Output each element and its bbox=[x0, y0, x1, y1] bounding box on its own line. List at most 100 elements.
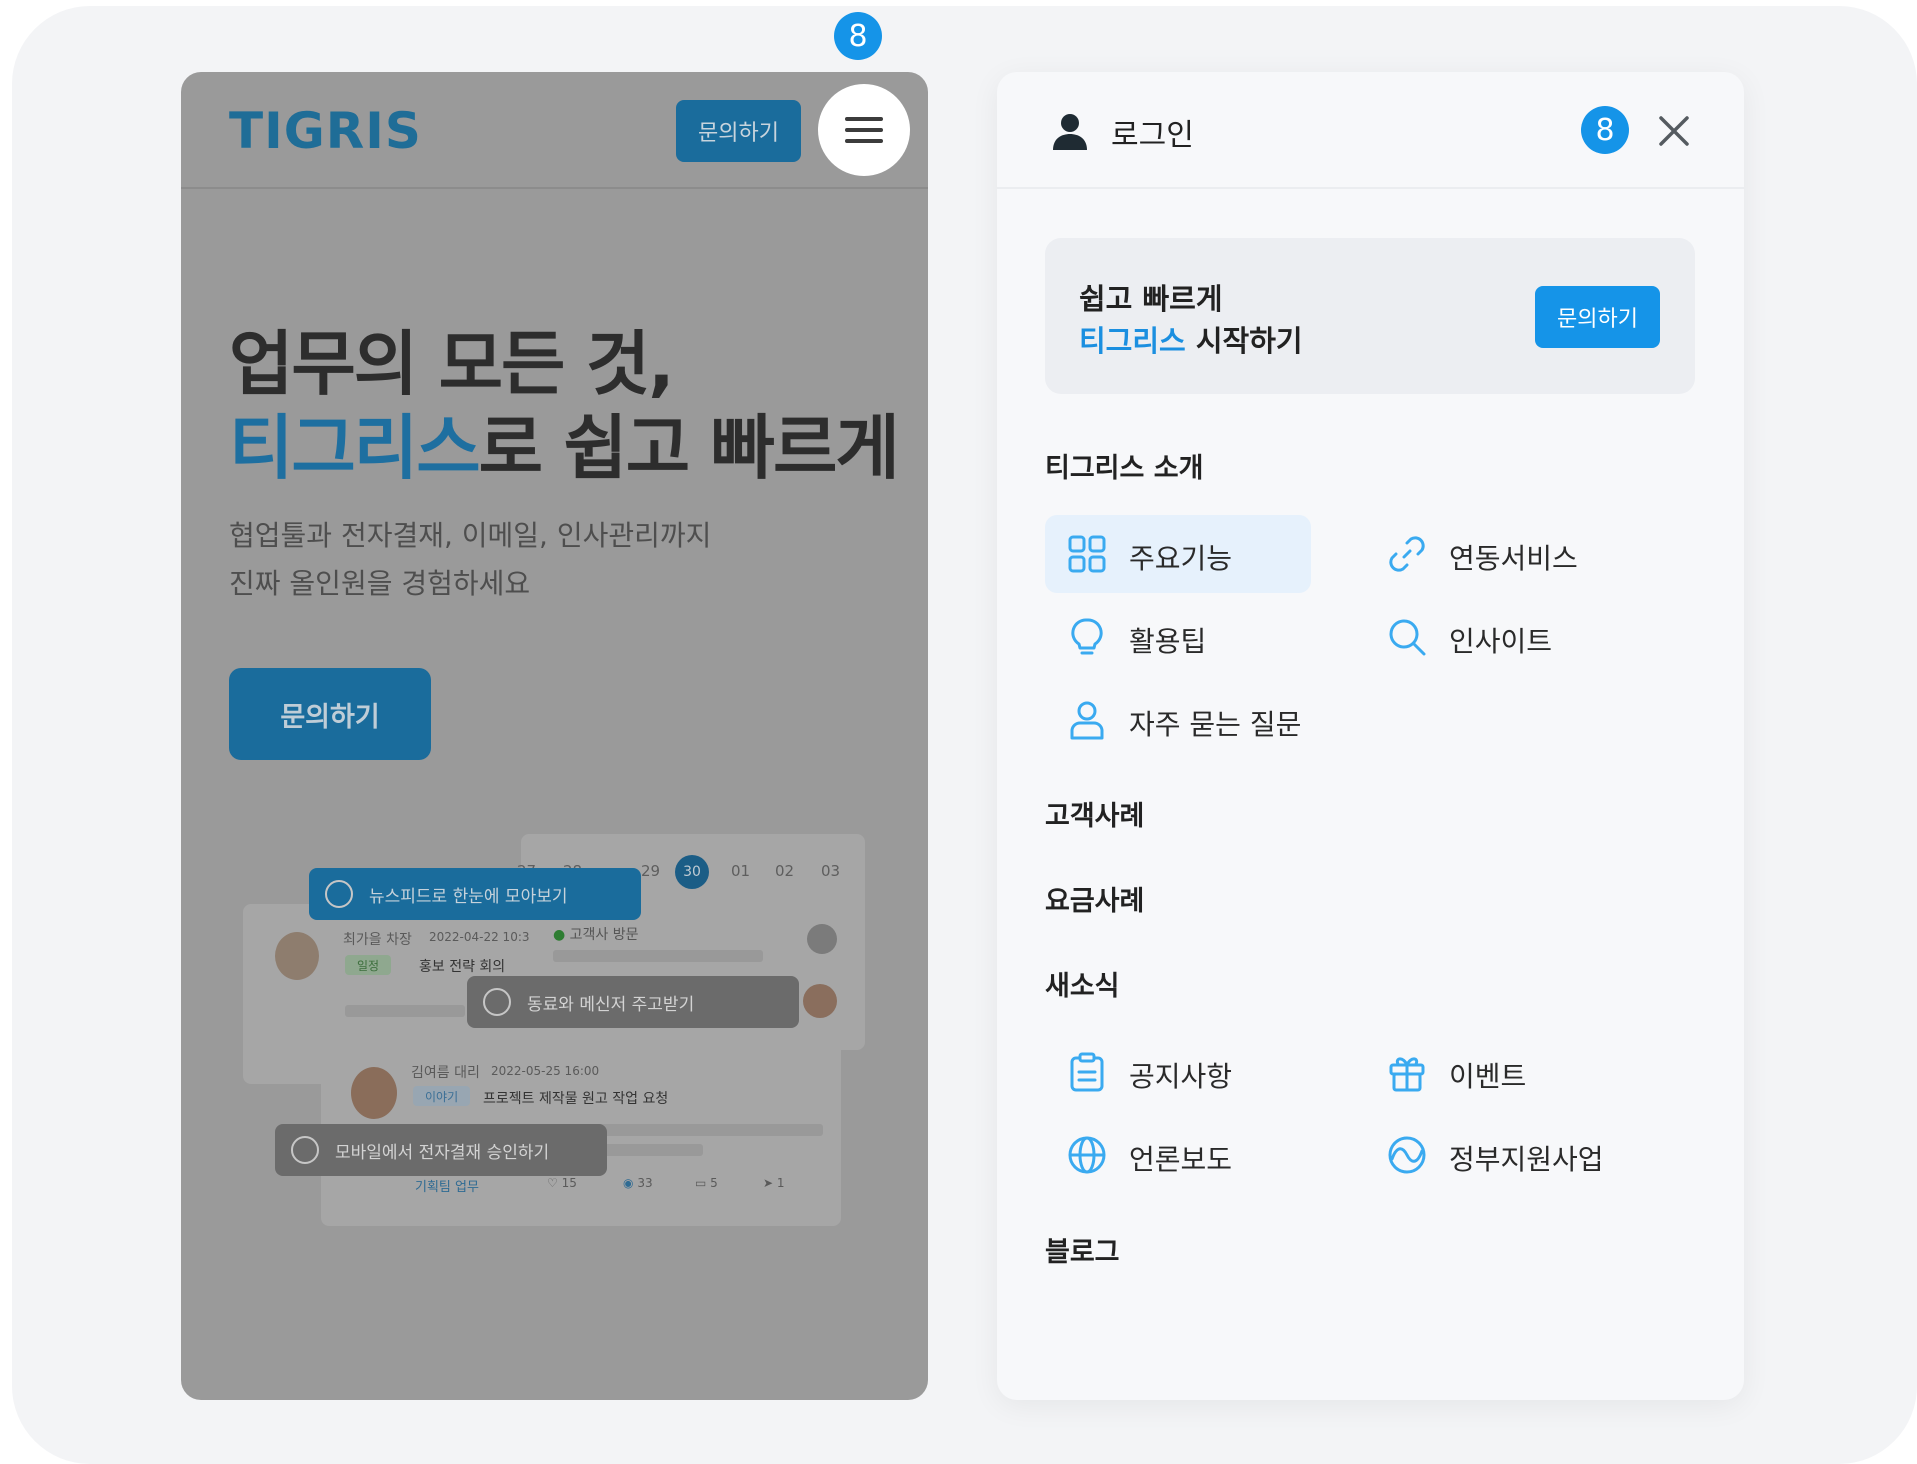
step-badge-top: 8 bbox=[834, 12, 882, 60]
check-circle-icon bbox=[291, 1136, 319, 1164]
hero-contact-button[interactable]: 문의하기 bbox=[229, 668, 431, 760]
eye-icon: ◉ bbox=[623, 1176, 634, 1190]
post2-title: 프로젝트 제작물 원고 작업 요청 bbox=[483, 1091, 669, 1107]
hero-title-line2: 티그리스로 쉽고 빠르게 bbox=[229, 406, 900, 490]
section-cases[interactable]: 고객사례 bbox=[1045, 794, 1144, 833]
placeholder-bar bbox=[345, 1005, 465, 1017]
person-icon bbox=[1070, 701, 1104, 740]
post2-team: 기획팀 업무 bbox=[415, 1180, 479, 1195]
post2-author: 김여름 대리 bbox=[411, 1065, 480, 1081]
visit-label: ● 고객사 방문 bbox=[553, 924, 639, 944]
check-circle-icon bbox=[483, 988, 511, 1016]
hamburger-icon-line bbox=[845, 128, 883, 132]
pill-label: 모바일에서 전자결재 승인하기 bbox=[335, 1142, 550, 1163]
promo-line1: 쉽고 빠르게 bbox=[1079, 282, 1223, 316]
clipboard-icon bbox=[1070, 1052, 1104, 1092]
date-selected: 30 bbox=[675, 855, 709, 889]
grid-icon bbox=[1068, 535, 1106, 573]
post2-tag: 이야기 bbox=[413, 1086, 471, 1106]
date-01: 01 bbox=[731, 862, 751, 880]
menu-item-faq[interactable]: 자주 묻는 질문 bbox=[1045, 681, 1311, 759]
menu-item-notice[interactable]: 공지사항 bbox=[1045, 1033, 1311, 1111]
post1-date: 2022-04-22 10:3 bbox=[429, 930, 530, 944]
date-02: 02 bbox=[775, 862, 795, 880]
views-stat: ◉ 33 bbox=[623, 1176, 653, 1190]
hero-subtitle: 협업툴과 전자결재, 이메일, 인사관리까지 진짜 올인원을 경험하세요 bbox=[229, 512, 711, 608]
menu-item-label: 이벤트 bbox=[1449, 1060, 1527, 1093]
menu-item-label: 활용팁 bbox=[1129, 625, 1207, 658]
heart-icon: ♡ bbox=[547, 1176, 558, 1190]
menu-item-government[interactable]: 정부지원사업 bbox=[1365, 1116, 1631, 1194]
mobile-header: TIGRIS 문의하기 bbox=[181, 72, 928, 189]
check-circle-icon bbox=[325, 880, 353, 908]
menu-item-features[interactable]: 주요기능 bbox=[1045, 515, 1311, 593]
date-29: 29 bbox=[641, 862, 661, 880]
shares-stat: ➤ 1 bbox=[763, 1176, 785, 1190]
green-dot-icon: ● bbox=[553, 927, 566, 943]
hero-title: 업무의 모든 것, 티그리스로 쉽고 빠르게 bbox=[229, 322, 900, 490]
menu-item-label: 언론보도 bbox=[1129, 1143, 1233, 1176]
menu-item-press[interactable]: 언론보도 bbox=[1045, 1116, 1311, 1194]
hamburger-menu-button[interactable] bbox=[818, 84, 910, 176]
pill-label: 뉴스피드로 한눈에 모아보기 bbox=[369, 886, 568, 907]
menu-item-label: 인사이트 bbox=[1449, 625, 1553, 658]
post1-title: 홍보 전략 회의 bbox=[419, 959, 506, 975]
send-icon: ➤ bbox=[763, 1176, 774, 1190]
menu-panel: 로그인 8 쉽고 빠르게 티그리스 시작하기 문의하기 티그리스 소개 주요기능… bbox=[997, 72, 1744, 1400]
section-intro[interactable]: 티그리스 소개 bbox=[1045, 446, 1203, 485]
hero-title-rest: 로 쉽고 빠르게 bbox=[478, 407, 900, 489]
menu-item-integrations[interactable]: 연동서비스 bbox=[1365, 515, 1631, 593]
lightbulb-icon bbox=[1071, 618, 1103, 655]
menu-item-label: 연동서비스 bbox=[1449, 542, 1578, 575]
globe-icon bbox=[1068, 1136, 1106, 1174]
promo-line2: 티그리스 시작하기 bbox=[1079, 318, 1303, 360]
comments-count: 5 bbox=[710, 1176, 718, 1190]
menu-item-insight[interactable]: 인사이트 bbox=[1365, 598, 1631, 676]
section-news[interactable]: 새소식 bbox=[1045, 964, 1120, 1003]
gift-icon bbox=[1389, 1057, 1425, 1092]
avatar bbox=[351, 1067, 397, 1119]
menu-item-label: 공지사항 bbox=[1129, 1060, 1233, 1093]
post1-tag: 일정 bbox=[345, 955, 392, 975]
post2-date: 2022-05-25 16:00 bbox=[491, 1064, 600, 1078]
support-icon bbox=[1388, 1136, 1426, 1174]
promo-banner: 쉽고 빠르게 티그리스 시작하기 문의하기 bbox=[1045, 238, 1695, 394]
avatar bbox=[275, 932, 319, 980]
feature-pill-messenger: 동료와 메신저 주고받기 bbox=[467, 976, 799, 1028]
menu-item-label: 정부지원사업 bbox=[1449, 1143, 1604, 1176]
step-badge-panel: 8 bbox=[1581, 106, 1629, 154]
hero-subtitle-line1: 협업툴과 전자결재, 이메일, 인사관리까지 bbox=[229, 519, 712, 552]
tigris-logo[interactable]: TIGRIS bbox=[229, 102, 422, 160]
avatar bbox=[807, 924, 837, 954]
hamburger-icon-line bbox=[845, 139, 883, 143]
close-icon[interactable] bbox=[1657, 114, 1691, 148]
pill-label: 동료와 메신저 주고받기 bbox=[527, 994, 695, 1015]
comments-stat: ▭ 5 bbox=[695, 1176, 718, 1190]
user-icon bbox=[1053, 114, 1087, 150]
visit-text: 고객사 방문 bbox=[569, 927, 639, 943]
mobile-screen: TIGRIS 문의하기 업무의 모든 것, 티그리스로 쉽고 빠르게 협업툴과 … bbox=[181, 72, 928, 1400]
hero-title-line1: 업무의 모든 것, bbox=[229, 323, 675, 405]
comment-icon: ▭ bbox=[695, 1176, 707, 1190]
header-contact-button[interactable]: 문의하기 bbox=[676, 100, 801, 162]
panel-header: 로그인 8 bbox=[997, 72, 1744, 189]
menu-item-label: 주요기능 bbox=[1129, 542, 1233, 575]
hero-title-brand: 티그리스 bbox=[229, 407, 481, 489]
placeholder-bar bbox=[553, 950, 763, 962]
promo-contact-button[interactable]: 문의하기 bbox=[1535, 286, 1660, 348]
promo-brand: 티그리스 bbox=[1079, 324, 1186, 358]
section-blog[interactable]: 블로그 bbox=[1045, 1230, 1120, 1269]
shares-count: 1 bbox=[776, 1176, 785, 1190]
search-icon bbox=[1389, 619, 1426, 656]
hamburger-icon bbox=[845, 117, 883, 121]
hero-subtitle-line2: 진짜 올인원을 경험하세요 bbox=[229, 567, 531, 600]
menu-item-tips[interactable]: 활용팁 bbox=[1045, 598, 1311, 676]
feature-pill-approval: 모바일에서 전자결재 승인하기 bbox=[275, 1124, 607, 1176]
date-03: 03 bbox=[821, 862, 841, 880]
menu-item-event[interactable]: 이벤트 bbox=[1365, 1033, 1631, 1111]
section-pricing[interactable]: 요금사례 bbox=[1045, 879, 1144, 918]
link-icon bbox=[1389, 536, 1425, 572]
login-link[interactable]: 로그인 bbox=[1111, 110, 1194, 154]
views-count: 33 bbox=[637, 1176, 653, 1190]
likes-stat: ♡ 15 bbox=[547, 1176, 577, 1190]
